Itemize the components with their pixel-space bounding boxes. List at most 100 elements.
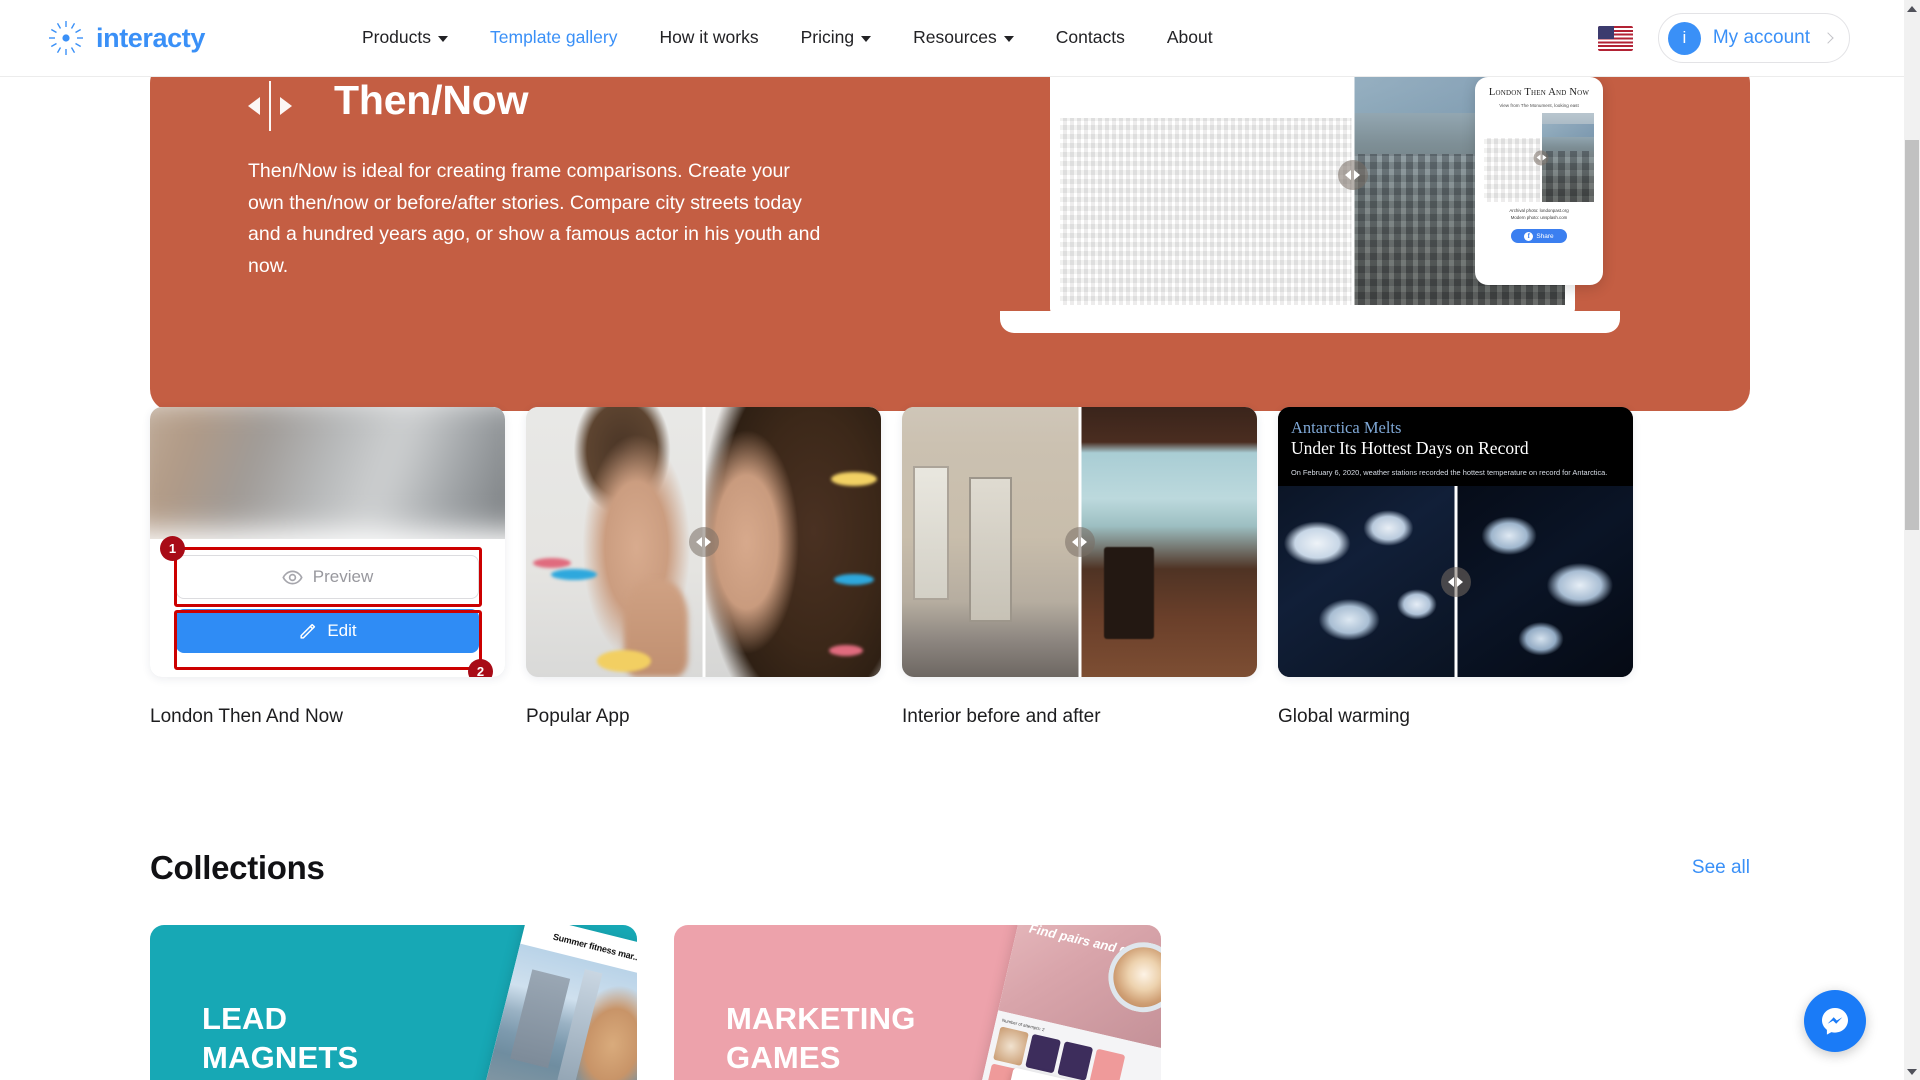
london-archival-photo (1484, 113, 1542, 203)
card-preview-image-blurred (150, 407, 505, 531)
navbar-right: i My account (1597, 13, 1850, 63)
nav-item-label: Contacts (1055, 27, 1125, 48)
card-thumbnail[interactable]: Antarctica Melts Under Its Hottest Days … (1278, 407, 1633, 677)
collection-card-marketing-games[interactable]: MARKETING GAMES MEMORY GAME Find pairs a… (674, 925, 1161, 1080)
antarctica-before-photo (1278, 486, 1456, 677)
memory-tile[interactable] (1089, 1048, 1126, 1080)
card-thumbnail[interactable]: Preview Edit 1 2 (150, 407, 505, 677)
collection-card-lead-magnets[interactable]: LEAD MAGNETS Summer fitness mar... Hi, I… (150, 925, 637, 1080)
compare-arrows-icon (248, 81, 292, 131)
eye-icon (282, 570, 303, 584)
scroll-up-button[interactable] (1904, 0, 1920, 17)
young-man-photo (526, 407, 704, 677)
london-modern-photo (1541, 113, 1594, 203)
template-card[interactable]: Antarctica Melts Under Its Hottest Days … (1278, 407, 1633, 728)
us-flag-icon[interactable] (1597, 25, 1633, 51)
before-after-compare[interactable] (1278, 486, 1633, 677)
divider (269, 81, 271, 131)
messenger-chat-button[interactable] (1804, 990, 1866, 1052)
article-subhead: On February 6, 2020, weather stations re… (1291, 468, 1608, 478)
phone-preview-title: London Then And Now (1488, 87, 1590, 98)
credit-archival[interactable]: Archival photo: londonpast.org (1483, 208, 1595, 215)
compare-after-image (1541, 113, 1594, 203)
my-account-button[interactable]: i My account (1657, 13, 1850, 63)
handle-circle (1533, 150, 1549, 166)
nav-item-contacts[interactable]: Contacts (1035, 29, 1146, 47)
compare-before-image (1060, 77, 1353, 305)
nav-item-about[interactable]: About (1146, 29, 1234, 47)
card-thumbnail[interactable] (526, 407, 881, 677)
preview-button[interactable]: Preview (176, 555, 479, 599)
compare-drag-handle[interactable] (1337, 160, 1368, 190)
nav-item-label: Pricing (800, 27, 855, 48)
compare-drag-handle[interactable] (1533, 150, 1549, 166)
share-label: Share (1536, 232, 1554, 240)
facebook-share-button[interactable]: f Share (1511, 229, 1567, 244)
chevron-down-icon (861, 36, 872, 42)
memory-tile[interactable] (992, 1026, 1029, 1067)
page-scrollbar[interactable] (1904, 0, 1920, 1080)
scroll-down-button[interactable] (1904, 1063, 1920, 1080)
nav-item-label: How it works (659, 27, 759, 48)
compare-drag-handle[interactable] (1440, 566, 1471, 597)
global-warming-preview: Antarctica Melts Under Its Hottest Days … (1278, 407, 1633, 677)
compare-before-image (526, 407, 704, 677)
template-cards-row: Preview Edit 1 2 London Then And Now Pop… (150, 407, 1750, 728)
confetti-shape (831, 471, 878, 486)
credit-modern[interactable]: Modern photo: unsplash.com (1483, 215, 1595, 222)
arrow-left-icon (1345, 170, 1352, 180)
hero-description: Then/Now is ideal for creating frame com… (248, 160, 821, 277)
nav-item-resources[interactable]: Resources (892, 29, 1035, 47)
nav-item-how-it-works[interactable]: How it works (638, 29, 779, 47)
compare-before-image (1278, 486, 1456, 677)
edit-label: Edit (327, 621, 357, 640)
brand-name: interacty (96, 22, 205, 53)
chevron-right-icon (1822, 32, 1834, 44)
arrow-left-icon (248, 97, 260, 115)
phone-credits: Archival photo: londonpast.org Modern ph… (1483, 208, 1595, 222)
card-title: Interior before and after (902, 706, 1101, 727)
collections-row: LEAD MAGNETS Summer fitness mar... Hi, I… (150, 925, 1750, 1080)
pencil-icon (300, 623, 316, 639)
compare-after-image (1455, 486, 1633, 677)
arrow-right-icon (1542, 154, 1547, 161)
card-action-buttons: Preview Edit (150, 539, 505, 677)
handle-circle (1337, 160, 1368, 190)
article-headline: Under Its Hottest Days on Record (1291, 438, 1529, 459)
nav-item-template-gallery[interactable]: Template gallery (469, 29, 638, 47)
chevron-down-icon (1907, 1068, 1917, 1075)
chevron-down-icon (1003, 36, 1014, 42)
card-thumbnail[interactable] (902, 407, 1257, 677)
compare-drag-handle[interactable] (688, 527, 719, 557)
chevron-down-icon (438, 36, 449, 42)
handle-circle (1064, 527, 1095, 557)
card-title: Global warming (1278, 706, 1410, 727)
brand-logo[interactable]: interacty (47, 19, 205, 57)
before-after-compare[interactable] (902, 407, 1257, 677)
confetti-shape (550, 569, 597, 580)
phone-before-after-compare[interactable] (1484, 113, 1594, 203)
article-header: Antarctica Melts Under Its Hottest Days … (1278, 407, 1633, 487)
before-after-compare[interactable] (526, 407, 881, 677)
collections-header: Collections See all (150, 849, 1750, 887)
top-navbar: interacty Products Template gallery How … (0, 0, 1904, 77)
arrow-right-icon (1081, 537, 1087, 547)
collection-label: MARKETING GAMES (726, 1001, 916, 1076)
nav-item-products[interactable]: Products (341, 29, 469, 47)
edit-button[interactable]: Edit (176, 609, 479, 653)
template-card[interactable]: Popular App (526, 407, 881, 728)
messenger-icon (1822, 1008, 1848, 1035)
compare-drag-handle[interactable] (1064, 527, 1095, 557)
preview-label: Preview (312, 567, 374, 586)
see-all-link[interactable]: See all (1692, 857, 1750, 879)
template-card[interactable]: Preview Edit 1 2 London Then And Now (150, 407, 505, 728)
nav-item-pricing[interactable]: Pricing (780, 29, 893, 47)
scrollbar-thumb[interactable] (1905, 140, 1919, 530)
article-kicker: Antarctica Melts (1291, 418, 1402, 437)
arrow-left-icon (1448, 576, 1454, 587)
antarctica-after-photo (1455, 486, 1633, 677)
template-card[interactable]: Interior before and after (902, 407, 1257, 728)
memory-tile[interactable] (1025, 1033, 1062, 1074)
memory-tile[interactable] (1057, 1041, 1094, 1080)
nav-item-label: Template gallery (490, 27, 618, 48)
